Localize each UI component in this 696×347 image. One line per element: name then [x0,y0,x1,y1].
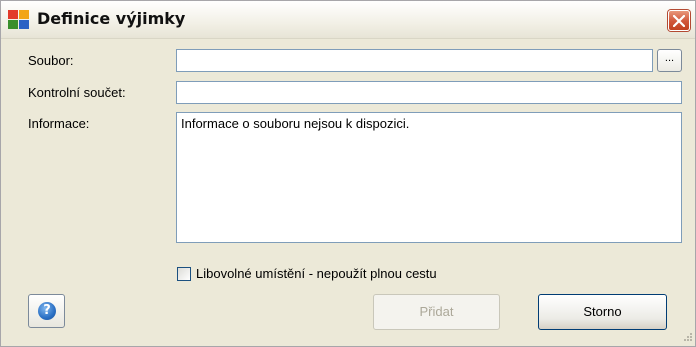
info-text: Informace o souboru nejsou k dispozici. [181,116,410,131]
window-title: Definice výjimky [37,9,186,28]
browse-button-label: ... [664,52,675,64]
info-textarea[interactable]: Informace o souboru nejsou k dispozici. [176,112,682,243]
cancel-button[interactable]: Storno [538,294,667,330]
file-label: Soubor: [28,53,74,68]
checksum-label: Kontrolní součet: [28,85,126,100]
help-button[interactable]: ? [28,294,65,328]
info-label: Informace: [28,116,90,131]
file-input[interactable] [176,49,653,72]
close-icon [673,15,685,27]
app-icon [8,10,30,30]
title-bar[interactable]: Definice výjimky [1,1,695,39]
resize-grip-icon[interactable] [681,332,693,344]
add-button[interactable]: Přidat [373,294,500,330]
dialog-window: Definice výjimky Soubor: ... Kontrolní s… [0,0,696,347]
help-icon: ? [38,302,56,320]
checksum-input[interactable] [176,81,682,104]
browse-button[interactable]: ... [657,49,682,72]
anywhere-checkbox-label[interactable]: Libovolné umístění - nepoužít plnou cest… [196,266,437,281]
close-button[interactable] [668,10,690,31]
anywhere-checkbox[interactable] [177,267,191,281]
